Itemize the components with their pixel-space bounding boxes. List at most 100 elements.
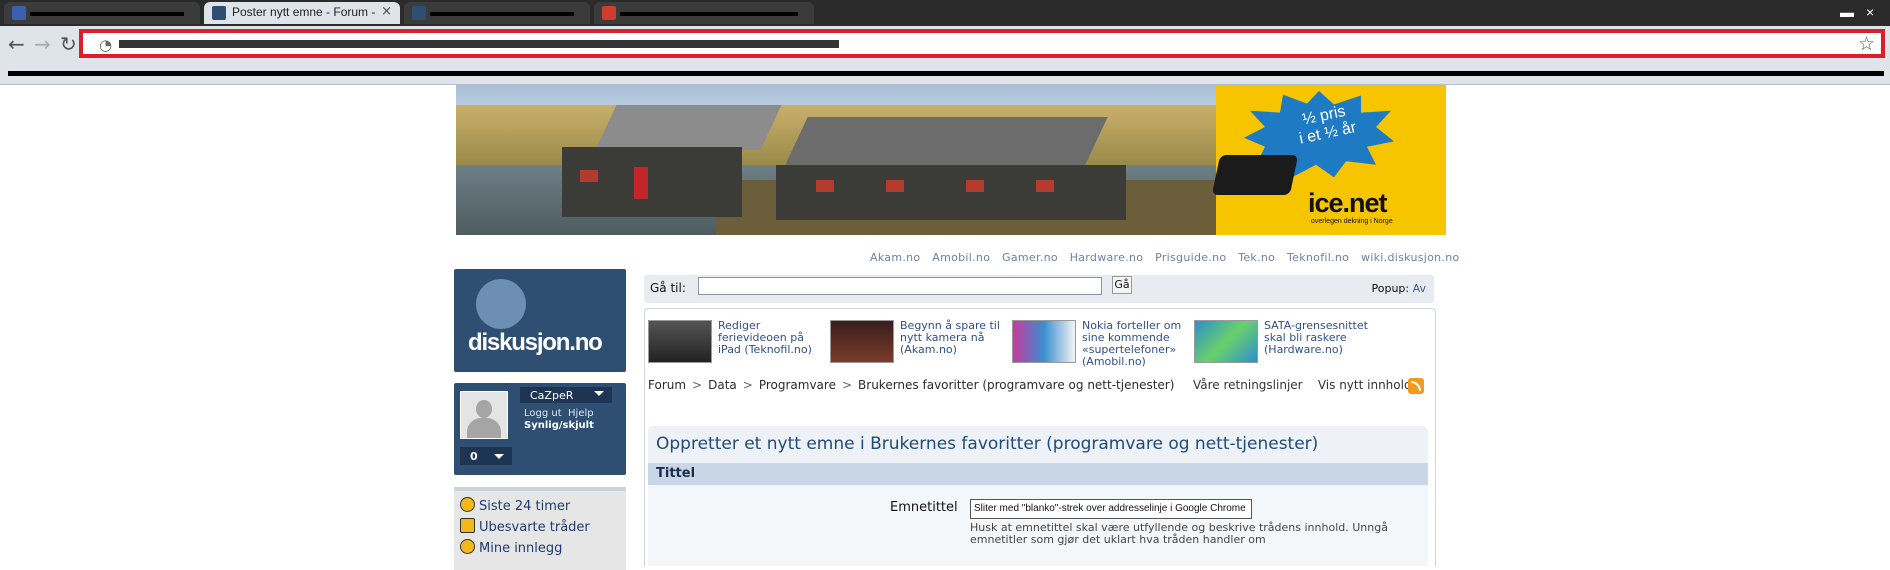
browser-chrome: Poster nytt emne - Forum - × ▬ × ← → ↻ ◔…: [0, 0, 1890, 85]
tab-close-icon[interactable]: ×: [381, 4, 392, 19]
cabin-window: [816, 180, 834, 192]
field-help-text: Husk at emnetittel skal være utfyllende …: [970, 521, 1388, 546]
notification-counter[interactable]: 0: [460, 447, 512, 465]
breadcrumb-data[interactable]: Data: [708, 378, 737, 392]
menu-label: Siste 24 timer: [479, 499, 571, 514]
goto-label: Gå til:: [650, 281, 686, 295]
quick-menu: Siste 24 timer Ubesvarte tråder Mine inn…: [454, 487, 626, 570]
menu-item-last-24h[interactable]: Siste 24 timer: [460, 497, 570, 514]
cabin-left: [562, 147, 742, 217]
page-title: Oppretter et nytt emne i Brukernes favor…: [656, 434, 1319, 454]
menu-item-my-posts[interactable]: Mine innlegg: [460, 539, 562, 556]
smiley-icon: [460, 539, 475, 554]
user-links: Logg ut Hjelp Synlig/skjult: [524, 408, 594, 432]
link-gamer[interactable]: Gamer.no: [1002, 251, 1058, 264]
cabin-right: [776, 165, 1126, 220]
news-item[interactable]: SATA-grensesnittet skal bli raskere (Har…: [1194, 320, 1374, 366]
megaphone-icon: [476, 279, 526, 329]
ad-slogan: overlegen dekning i Norge: [1311, 218, 1393, 225]
news-item[interactable]: Nokia forteller om sine kommende «supert…: [1012, 320, 1194, 368]
topic-title-input[interactable]: Sliter med "blanko"-strek over addressel…: [970, 499, 1252, 519]
site-logo[interactable]: diskusjon.no: [454, 269, 626, 372]
link-akam[interactable]: Akam.no: [870, 251, 920, 264]
bookmark-star-icon[interactable]: ☆: [1858, 33, 1875, 55]
section-header: Tittel: [648, 463, 1428, 485]
news-link[interactable]: Nokia forteller om sine kommende «supert…: [1082, 320, 1194, 368]
globe-icon: ◔: [99, 36, 113, 54]
clock-icon: [460, 497, 475, 512]
chevron-down-icon: [494, 454, 504, 459]
redacted-tab-title: [430, 12, 574, 16]
link-amobil[interactable]: Amobil.no: [932, 251, 990, 264]
network-links: Akam.no Amobil.no Gamer.no Hardware.no P…: [870, 251, 1468, 264]
link-tek[interactable]: Tek.no: [1238, 251, 1275, 264]
news-thumbnail: [1194, 320, 1258, 363]
chat-icon: [460, 518, 475, 533]
rss-wave: [1411, 381, 1421, 391]
breadcrumb-programvare[interactable]: Programvare: [759, 378, 836, 392]
forward-icon[interactable]: →: [34, 34, 51, 54]
news-item[interactable]: Begynn å spare til nytt kamera nå (Akam.…: [830, 320, 1010, 366]
rss-icon[interactable]: [1408, 378, 1424, 394]
news-link[interactable]: Rediger ferievideoen på iPad (Teknofil.n…: [718, 320, 830, 356]
minimize-icon[interactable]: ▬: [1840, 4, 1854, 20]
new-content-link[interactable]: Vis nytt innhold: [1318, 378, 1412, 392]
menu-item-unanswered[interactable]: Ubesvarte tråder: [460, 518, 590, 535]
popup-toggle[interactable]: Av: [1413, 282, 1426, 295]
link-teknofil[interactable]: Teknofil.no: [1287, 251, 1349, 264]
breadcrumb-current[interactable]: Brukernes favoritter (programvare og net…: [858, 378, 1174, 392]
news-link[interactable]: Begynn å spare til nytt kamera nå (Akam.…: [900, 320, 1012, 356]
goto-bar: Gå til: Gå Popup: Av: [644, 275, 1434, 303]
goto-button[interactable]: Gå: [1112, 276, 1132, 294]
tab-favicon: [602, 6, 616, 20]
menu-label: Ubesvarte tråder: [479, 520, 590, 535]
cabin-window: [1036, 180, 1054, 192]
banner-ad[interactable]: ½ pris i et ½ år ice.net overlegen dekni…: [456, 85, 1446, 235]
news-link[interactable]: SATA-grensesnittet skal bli raskere (Har…: [1264, 320, 1376, 356]
back-icon[interactable]: ←: [8, 34, 25, 54]
logo-text: diskusjon.no: [468, 329, 603, 356]
breadcrumb-sep: >: [742, 378, 753, 392]
link-prisguide[interactable]: Prisguide.no: [1155, 251, 1226, 264]
logout-link[interactable]: Logg ut: [524, 408, 562, 419]
visibility-toggle[interactable]: Synlig/skjult: [524, 420, 594, 431]
news-thumbnail: [830, 320, 894, 363]
redacted-tab-title: [30, 12, 184, 16]
breadcrumb: Forum > Data > Programvare > Brukernes favorit…: [648, 378, 1174, 392]
news-item[interactable]: Rediger ferievideoen på iPad (Teknofil.n…: [648, 320, 828, 366]
goto-input[interactable]: [698, 277, 1102, 295]
cabin-window: [886, 180, 904, 192]
cabin-door: [634, 167, 648, 199]
breadcrumb-sep: >: [692, 378, 703, 392]
username-dropdown[interactable]: CaZpeR: [520, 387, 612, 403]
breadcrumb-forum[interactable]: Forum: [648, 378, 686, 392]
popup-setting: Popup: Av: [1371, 282, 1426, 295]
reload-icon[interactable]: ↻: [60, 34, 77, 54]
tab-favicon: [12, 6, 26, 20]
menu-label: Mine innlegg: [479, 541, 563, 556]
forum-links: Våre retningslinjer Vis nytt innhold: [1193, 378, 1412, 392]
ice-net-ad[interactable]: ½ pris i et ½ år ice.net overlegen dekni…: [1211, 85, 1446, 235]
help-link[interactable]: Hjelp: [568, 408, 594, 419]
tab-1[interactable]: [4, 2, 200, 24]
link-wiki[interactable]: wiki.diskusjon.no: [1361, 251, 1460, 264]
redacted-url: [119, 40, 839, 48]
cabin-window: [966, 180, 984, 192]
link-hardware[interactable]: Hardware.no: [1070, 251, 1144, 264]
tab-3[interactable]: [404, 2, 590, 24]
notification-count: 0: [470, 450, 478, 463]
news-thumbnail: [648, 320, 712, 363]
username: CaZpeR: [530, 389, 574, 402]
cabin-roof-left: [595, 105, 782, 150]
avatar-body: [467, 418, 501, 438]
window-close-icon[interactable]: ×: [1866, 4, 1874, 20]
chevron-down-icon: [594, 391, 604, 396]
tab-2-active[interactable]: Poster nytt emne - Forum - ×: [204, 2, 400, 24]
tab-favicon: [412, 6, 426, 20]
tab-4[interactable]: [594, 2, 814, 24]
address-bar[interactable]: ◔ ☆: [79, 29, 1885, 58]
avatar-head: [476, 400, 492, 418]
avatar[interactable]: [460, 391, 508, 439]
rules-link[interactable]: Våre retningslinjer: [1193, 378, 1303, 392]
field-label: Emnetittel: [890, 500, 958, 515]
